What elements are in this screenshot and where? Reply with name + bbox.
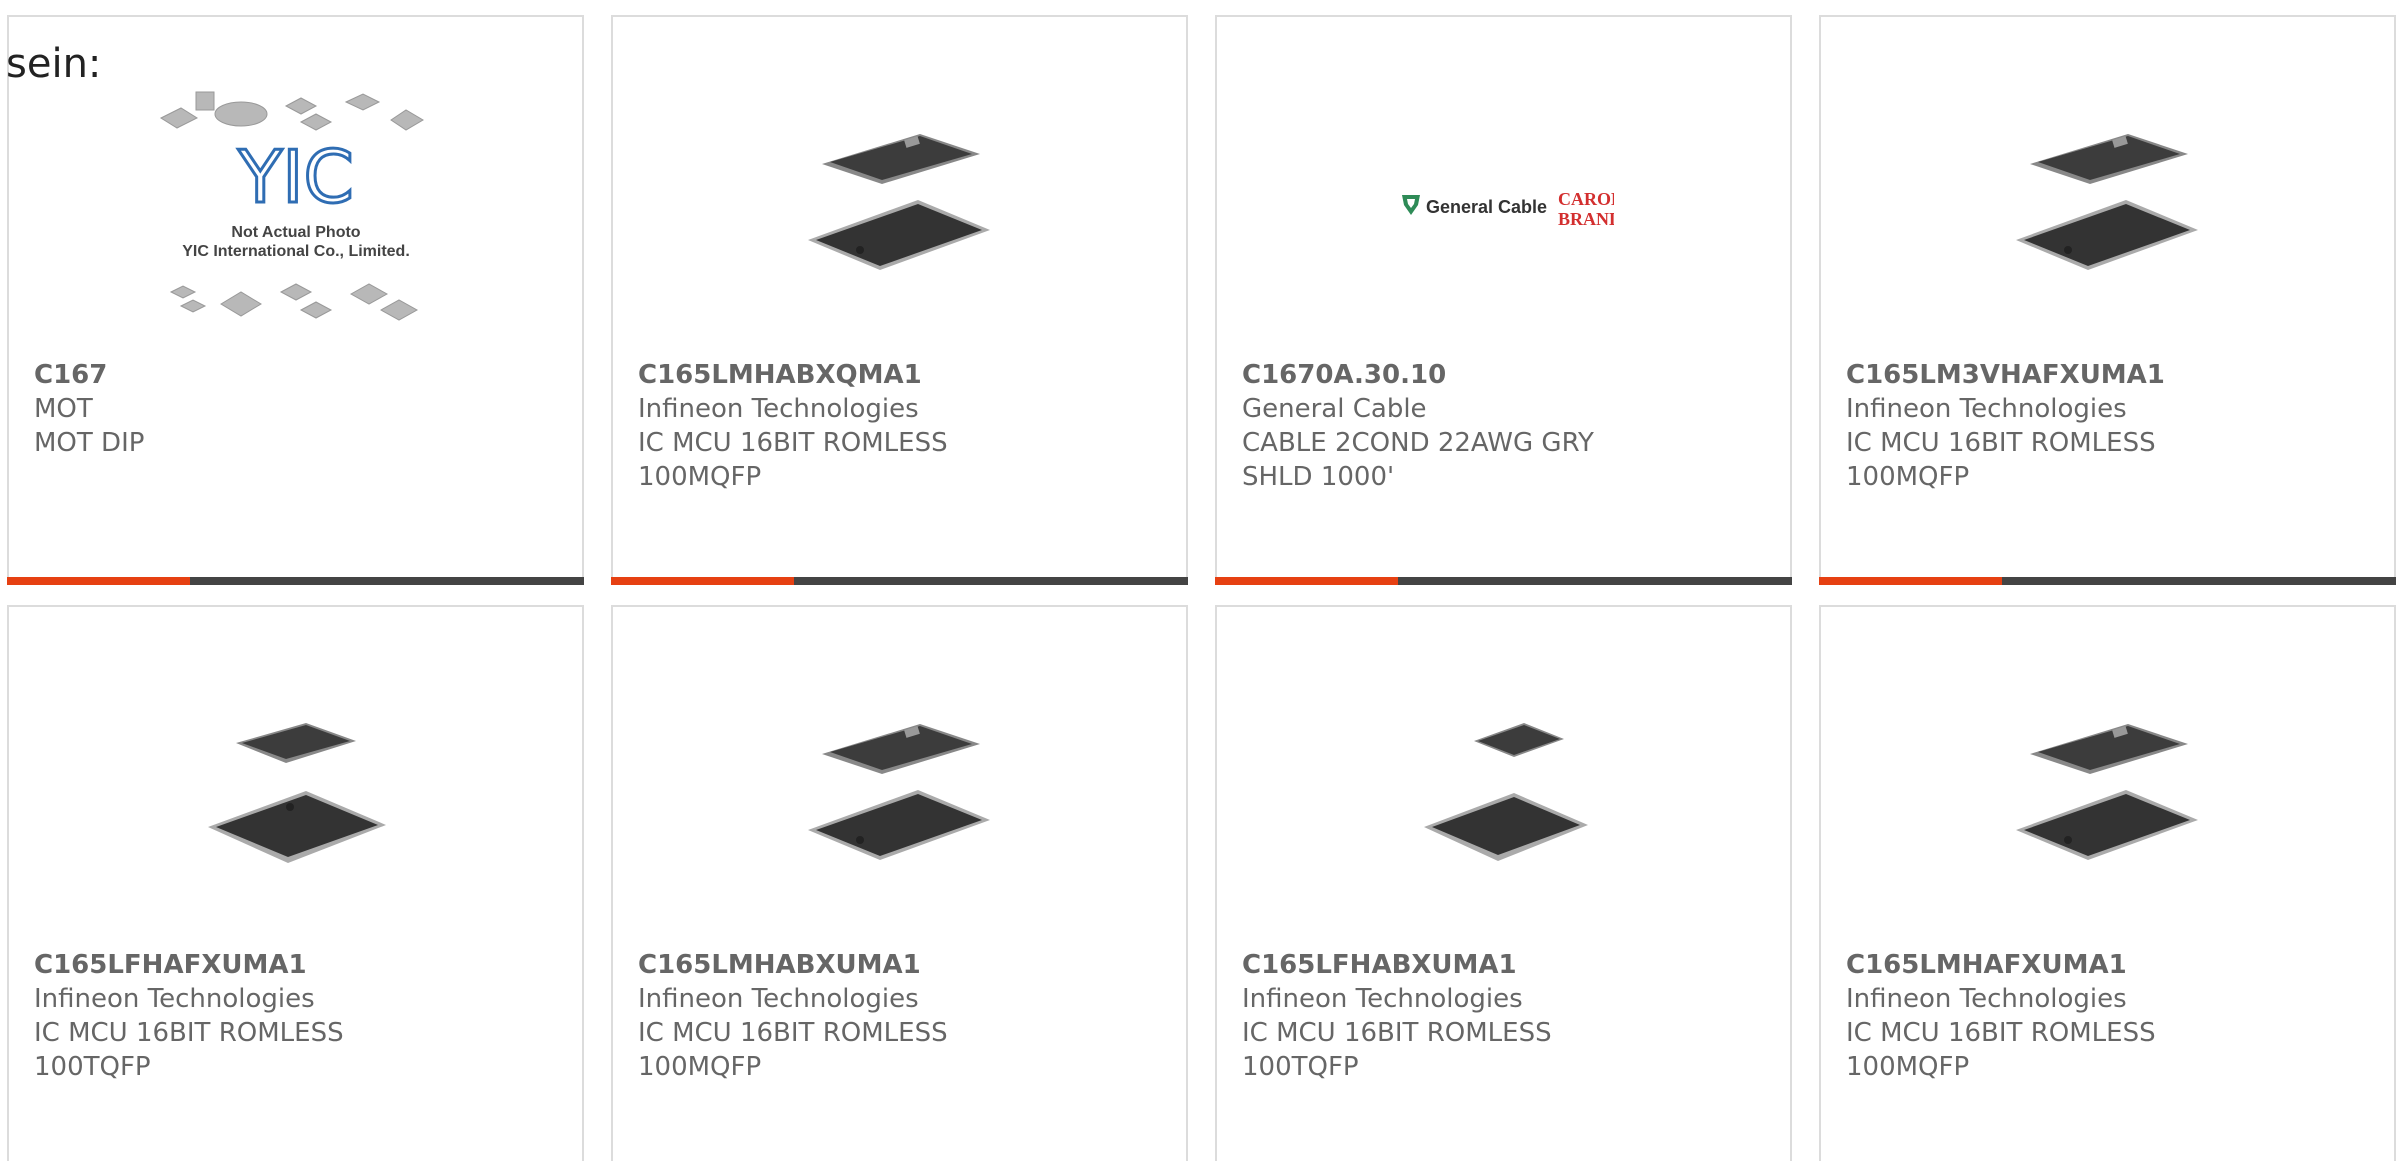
product-image[interactable] <box>613 57 1186 357</box>
product-image[interactable]: YIC Not Actual Photo YIC International C… <box>9 57 582 357</box>
product-info: C1670A.30.10 General Cable CABLE 2COND 2… <box>1242 358 1662 494</box>
product-info: C165LFHABXUMA1 Infineon Technologies IC … <box>1242 948 1662 1084</box>
part-number-link[interactable]: C165LFHAFXUMA1 <box>34 948 454 982</box>
product-image[interactable]: General Cable CAROL BRAND <box>1217 57 1790 357</box>
product-image[interactable] <box>613 647 1186 947</box>
product-card[interactable]: C165LFHAFXUMA1 Infineon Technologies IC … <box>7 605 584 1161</box>
manufacturer: Infineon Technologies <box>34 984 315 1014</box>
general-cable-text: General Cable <box>1426 197 1547 217</box>
qfp-chip-icon <box>807 134 990 270</box>
placeholder-line1: Not Actual Photo <box>231 224 360 241</box>
yic-logo-text: YIC <box>237 135 354 219</box>
description: IC MCU 16BIT ROMLESS 100MQFP <box>1846 428 2156 492</box>
part-number-link[interactable]: C165LMHABXQMA1 <box>638 358 1058 392</box>
part-number-link[interactable]: C167 <box>34 358 454 392</box>
product-card[interactable]: C165LMHAFXUMA1 Infineon Technologies IC … <box>1819 605 2396 1161</box>
description: IC MCU 16BIT ROMLESS 100TQFP <box>1242 1018 1552 1082</box>
general-cable-logo: General Cable CAROL BRAND <box>1401 189 1614 229</box>
page: sein: YIC Not Actual Photo YIC Internati… <box>0 0 2400 1161</box>
qfp-chip-icon <box>807 724 990 860</box>
manufacturer: Infineon Technologies <box>638 394 919 424</box>
product-card[interactable]: C165LFHABXUMA1 Infineon Technologies IC … <box>1215 605 1792 1161</box>
manufacturer: MOT <box>34 394 93 424</box>
qfp-chip-icon <box>2015 724 2198 860</box>
card-bar-accent <box>7 577 190 585</box>
card-bar <box>7 577 584 585</box>
section-heading: sein: <box>6 41 102 87</box>
description: MOT DIP <box>34 428 145 458</box>
placeholder-photo-icon: YIC Not Actual Photo YIC International C… <box>159 91 424 321</box>
product-card[interactable]: C165LMHABXQMA1 Infineon Technologies IC … <box>611 15 1188 585</box>
manufacturer: Infineon Technologies <box>1846 394 2127 424</box>
tqfp-chip-icon <box>207 723 386 863</box>
manufacturer: General Cable <box>1242 394 1427 424</box>
product-image[interactable] <box>9 647 582 947</box>
product-info: C167 MOT MOT DIP <box>34 358 454 460</box>
part-number-link[interactable]: C165LFHABXUMA1 <box>1242 948 1662 982</box>
description: IC MCU 16BIT ROMLESS 100TQFP <box>34 1018 344 1082</box>
product-image[interactable] <box>1821 57 2394 357</box>
part-number-link[interactable]: C165LMHABXUMA1 <box>638 948 1058 982</box>
card-bar-accent <box>1819 577 2002 585</box>
product-info: C165LMHABXQMA1 Infineon Technologies IC … <box>638 358 1058 494</box>
product-card[interactable]: C165LMHABXUMA1 Infineon Technologies IC … <box>611 605 1188 1161</box>
manufacturer: Infineon Technologies <box>1242 984 1523 1014</box>
card-bar <box>611 577 1188 585</box>
part-number-link[interactable]: C165LMHAFXUMA1 <box>1846 948 2266 982</box>
card-bar-accent <box>1215 577 1398 585</box>
product-image[interactable] <box>1217 647 1790 947</box>
description: IC MCU 16BIT ROMLESS 100MQFP <box>638 1018 948 1082</box>
manufacturer: Infineon Technologies <box>1846 984 2127 1014</box>
manufacturer: Infineon Technologies <box>638 984 919 1014</box>
card-bar <box>1819 577 2396 585</box>
product-card[interactable]: C165LM3VHAFXUMA1 Infineon Technologies I… <box>1819 15 2396 585</box>
description: IC MCU 16BIT ROMLESS 100MQFP <box>638 428 948 492</box>
qfp-chip-icon <box>2015 134 2198 270</box>
product-info: C165LMHABXUMA1 Infineon Technologies IC … <box>638 948 1058 1084</box>
product-info: C165LM3VHAFXUMA1 Infineon Technologies I… <box>1846 358 2266 494</box>
product-info: C165LFHAFXUMA1 Infineon Technologies IC … <box>34 948 454 1084</box>
product-info: C165LMHAFXUMA1 Infineon Technologies IC … <box>1846 948 2266 1084</box>
brand-text: BRAND <box>1558 209 1614 229</box>
description: IC MCU 16BIT ROMLESS 100MQFP <box>1846 1018 2156 1082</box>
placeholder-line2: YIC International Co., Limited. <box>182 243 410 260</box>
product-image[interactable] <box>1821 647 2394 947</box>
part-number-link[interactable]: C165LM3VHAFXUMA1 <box>1846 358 2266 392</box>
product-card[interactable]: YIC Not Actual Photo YIC International C… <box>7 15 584 585</box>
part-number-link[interactable]: C1670A.30.10 <box>1242 358 1662 392</box>
description: CABLE 2COND 22AWG GRY SHLD 1000' <box>1242 428 1594 492</box>
card-bar <box>1215 577 1792 585</box>
carol-text: CAROL <box>1558 189 1614 209</box>
tqfp-chip-icon <box>1423 723 1588 861</box>
card-bar-accent <box>611 577 794 585</box>
product-card[interactable]: General Cable CAROL BRAND C1670A.30.10 G… <box>1215 15 1792 585</box>
